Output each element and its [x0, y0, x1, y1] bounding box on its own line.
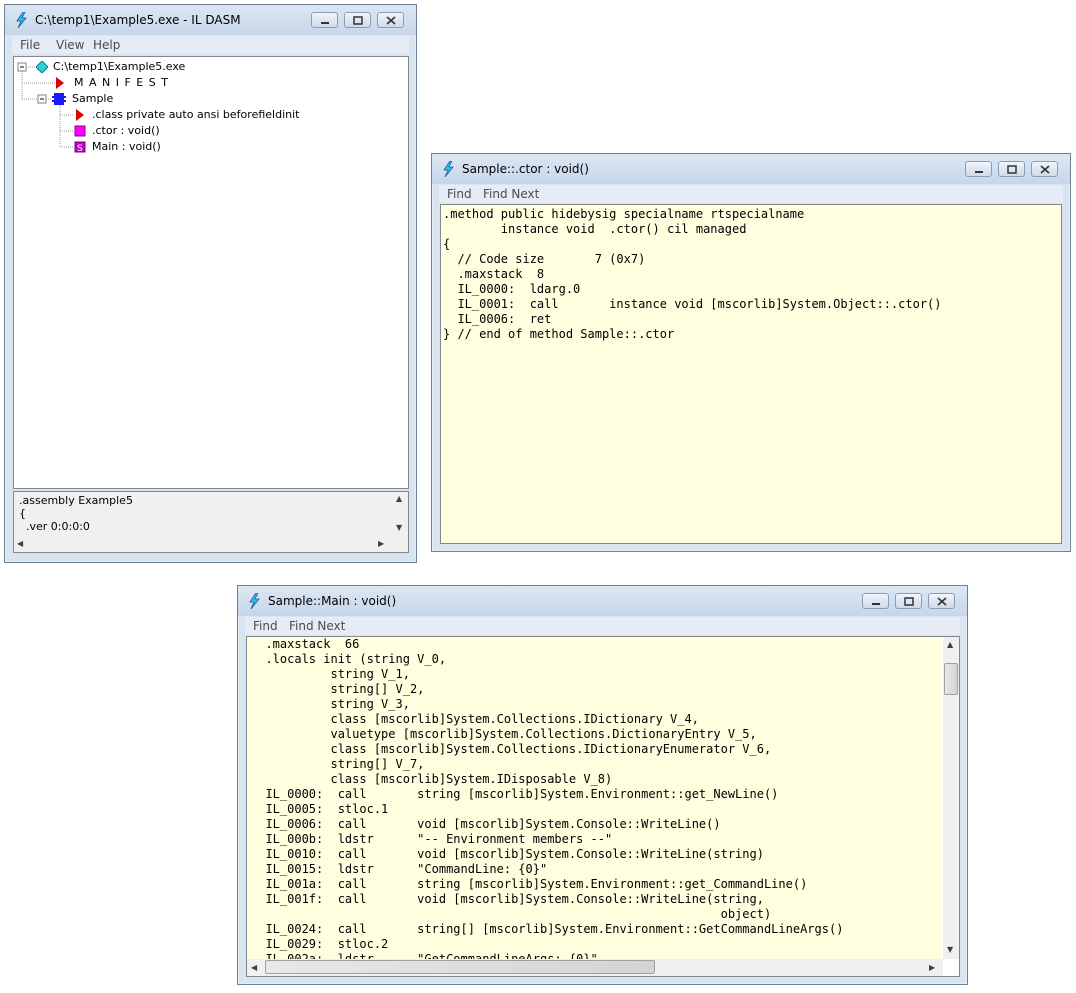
maximize-button[interactable]	[895, 593, 922, 609]
minimize-icon	[975, 171, 983, 173]
ctor-method-window: Sample::.ctor : void() Find Find Next .m…	[431, 153, 1071, 552]
window-title: Sample::Main : void()	[268, 594, 397, 608]
menu-find[interactable]: Find	[447, 187, 472, 201]
maximize-icon	[904, 597, 914, 606]
minimize-button[interactable]	[311, 12, 338, 28]
ildasm-main-window: C:\temp1\Example5.exe - IL DASM File Vie…	[4, 4, 417, 563]
menu-find-next[interactable]: Find Next	[289, 619, 345, 633]
info-line-3: .ver 0:0:0:0	[19, 520, 90, 533]
main-method-window: Sample::Main : void() Find Find Next .ma…	[237, 585, 968, 985]
close-icon	[386, 16, 396, 25]
il-code-container: .maxstack 66 .locals init (string V_0, s…	[246, 636, 960, 977]
info-vertical-scrollbar[interactable]: ▲ ▼	[392, 492, 408, 536]
menu-find-next[interactable]: Find Next	[483, 187, 539, 201]
ildasm-lightning-icon	[249, 593, 260, 609]
red-triangle-icon	[56, 77, 64, 89]
red-triangle-icon	[76, 109, 84, 121]
vertical-scroll-thumb[interactable]	[944, 663, 958, 695]
menu-file[interactable]: File	[20, 38, 40, 52]
code-horizontal-scrollbar[interactable]: ◀ ▶	[247, 959, 943, 976]
close-button[interactable]	[928, 593, 955, 609]
minimize-icon	[872, 603, 880, 605]
menu-bar: Find Find Next	[439, 185, 1063, 203]
menu-bar: File View Help	[12, 36, 409, 54]
horizontal-scroll-thumb[interactable]	[265, 960, 655, 974]
scroll-right-icon[interactable]: ▶	[929, 964, 935, 972]
menu-find[interactable]: Find	[253, 619, 278, 633]
diamond-icon	[36, 61, 48, 73]
menu-help[interactable]: Help	[93, 38, 120, 52]
minimize-button[interactable]	[862, 593, 889, 609]
il-code-view[interactable]: .maxstack 66 .locals init (string V_0, s…	[247, 637, 941, 959]
il-code-view[interactable]: .method public hidebysig specialname rts…	[440, 204, 1062, 544]
menu-bar: Find Find Next	[245, 617, 960, 635]
title-bar[interactable]: Sample::Main : void()	[238, 586, 967, 616]
static-method-icon: S	[74, 141, 86, 153]
menu-view[interactable]: View	[56, 38, 84, 52]
svg-text:S: S	[77, 144, 83, 153]
scroll-left-icon[interactable]: ◀	[17, 540, 23, 548]
scroll-up-icon[interactable]: ▲	[947, 641, 953, 649]
maximize-icon	[353, 16, 363, 25]
maximize-button[interactable]	[344, 12, 371, 28]
scroll-down-icon[interactable]: ▼	[396, 524, 402, 532]
ildasm-lightning-icon	[443, 161, 454, 177]
ildasm-lightning-icon	[16, 12, 27, 28]
minimize-button[interactable]	[965, 161, 992, 177]
close-button[interactable]	[1031, 161, 1058, 177]
close-button[interactable]	[377, 12, 404, 28]
scroll-right-icon[interactable]: ▶	[378, 540, 384, 548]
maximize-button[interactable]	[998, 161, 1025, 177]
method-square-icon	[74, 125, 86, 137]
window-title: C:\temp1\Example5.exe - IL DASM	[35, 13, 241, 27]
info-line-1: .assembly Example5	[19, 494, 133, 507]
scroll-left-icon[interactable]: ◀	[251, 964, 257, 972]
window-title: Sample::.ctor : void()	[462, 162, 589, 176]
class-box-icon	[52, 93, 66, 105]
title-bar[interactable]: C:\temp1\Example5.exe - IL DASM	[5, 5, 416, 35]
close-icon	[937, 597, 947, 606]
code-vertical-scrollbar[interactable]: ▲ ▼	[943, 637, 959, 959]
minimize-icon	[321, 22, 329, 24]
info-horizontal-scrollbar[interactable]: ◀ ▶	[14, 536, 392, 552]
scroll-up-icon[interactable]: ▲	[396, 495, 402, 503]
info-line-2: {	[19, 507, 26, 520]
title-bar[interactable]: Sample::.ctor : void()	[432, 154, 1070, 184]
close-icon	[1040, 165, 1050, 174]
tree-view[interactable]: C:\temp1\Example5.exe M A N I F E S T Sa…	[13, 56, 409, 489]
maximize-icon	[1007, 165, 1017, 174]
info-panel[interactable]: .assembly Example5 { .ver 0:0:0:0 ▲ ▼ ◀ …	[13, 491, 409, 553]
scroll-down-icon[interactable]: ▼	[947, 946, 953, 954]
